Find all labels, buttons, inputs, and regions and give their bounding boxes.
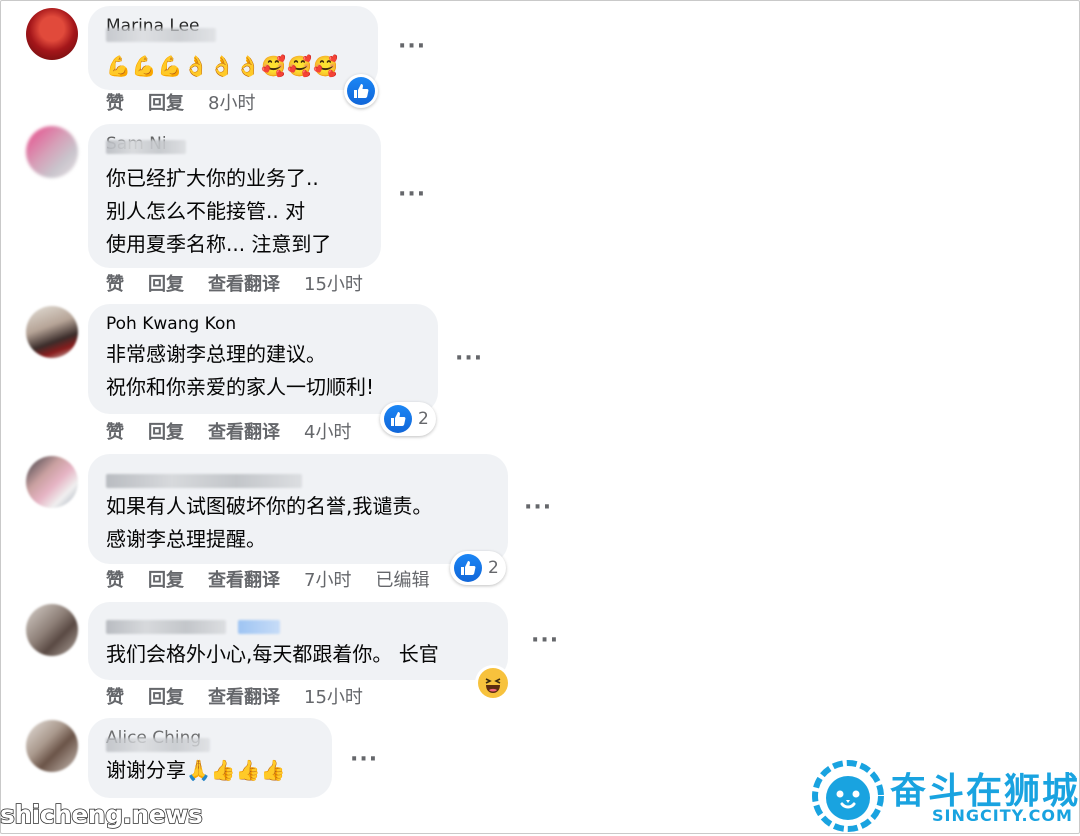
comment-reactions[interactable]: 2 <box>380 402 436 436</box>
comment-bubble: 我们会格外小心,每天都跟着你。 长官 <box>88 602 508 680</box>
comment-actions: 赞回复 查看翻译 7小时 已编辑 <box>106 569 453 593</box>
reply-button[interactable]: 回复 <box>148 686 184 710</box>
like-button[interactable]: 赞 <box>106 569 124 593</box>
translate-button[interactable]: 查看翻译 <box>208 273 280 297</box>
more-options-icon[interactable]: ··· <box>524 497 551 519</box>
like-button[interactable]: 赞 <box>106 273 124 297</box>
comment-text: 你已经扩大你的业务了.. 别人怎么不能接管.. 对 使用夏季名称... 注意到了 <box>106 166 332 256</box>
comment-actions: 赞回复 查看翻译 4小时 <box>106 421 375 445</box>
avatar[interactable] <box>26 720 78 772</box>
more-options-icon[interactable]: ··· <box>455 348 482 370</box>
comment-bubble: Sam Ni 你已经扩大你的业务了.. 别人怎么不能接管.. 对 使用夏季名称.… <box>88 124 381 268</box>
lion-logo-icon <box>812 760 884 832</box>
more-options-icon[interactable]: ··· <box>398 36 425 58</box>
comment-author[interactable]: Alice Ching <box>106 728 314 752</box>
reply-button[interactable]: 回复 <box>148 273 184 297</box>
more-options-icon[interactable]: ··· <box>350 749 377 771</box>
more-options-icon[interactable]: ··· <box>398 184 425 206</box>
avatar[interactable] <box>26 8 78 60</box>
comment-text: 如果有人试图破坏你的名誉,我谴责。 感谢李总理提醒。 <box>106 494 433 551</box>
avatar[interactable] <box>26 306 78 358</box>
reply-button[interactable]: 回复 <box>148 92 184 116</box>
comment-time[interactable]: 7小时 <box>304 569 351 593</box>
comment-author[interactable]: Poh Kwang Kon <box>106 314 420 334</box>
like-reaction-icon <box>454 554 482 582</box>
comment-author[interactable] <box>106 464 490 488</box>
comment-emoji-text: 💪💪💪👌👌👌🥰🥰🥰 <box>106 54 340 78</box>
comment-reactions[interactable] <box>344 74 378 108</box>
comment-bubble: Poh Kwang Kon 非常感谢李总理的建议。 祝你和你亲爱的家人一切顺利! <box>88 304 438 414</box>
like-reaction-icon <box>347 77 375 105</box>
comment-text: 非常感谢李总理的建议。 祝你和你亲爱的家人一切顺利! <box>106 342 375 399</box>
comment-author[interactable] <box>106 612 490 634</box>
avatar[interactable] <box>26 456 78 508</box>
comment-bubble: 如果有人试图破坏你的名誉,我谴责。 感谢李总理提醒。 <box>88 454 508 564</box>
edited-label[interactable]: 已编辑 <box>375 569 429 593</box>
comment-actions: 赞回复 查看翻译 15小时 <box>106 686 387 710</box>
like-button[interactable]: 赞 <box>106 686 124 710</box>
comment-time[interactable]: 15小时 <box>304 686 363 710</box>
avatar[interactable] <box>26 604 78 656</box>
comment-time[interactable]: 15小时 <box>304 273 363 297</box>
reaction-count: 2 <box>488 558 499 578</box>
comment-bubble: Alice Ching 谢谢分享🙏👍👍👍 <box>88 718 332 798</box>
comment-actions: 赞回复 8小时 <box>106 92 279 116</box>
comment-author[interactable]: Sam Ni <box>106 134 363 154</box>
reaction-count: 2 <box>418 409 429 429</box>
comment-time[interactable]: 4小时 <box>304 421 351 445</box>
comment-text: 谢谢分享🙏👍👍👍 <box>106 758 286 782</box>
comment-actions: 赞回复 查看翻译 15小时 <box>106 273 387 297</box>
comment-reactions[interactable]: 2 <box>450 551 506 585</box>
brand-url: SINGCITY.COM <box>932 806 1073 825</box>
comment-time[interactable]: 8小时 <box>208 92 255 116</box>
like-reaction-icon <box>384 405 412 433</box>
reply-button[interactable]: 回复 <box>148 421 184 445</box>
comment-text: 我们会格外小心,每天都跟着你。 长官 <box>106 642 439 666</box>
translate-button[interactable]: 查看翻译 <box>208 686 280 710</box>
like-button[interactable]: 赞 <box>106 421 124 445</box>
translate-button[interactable]: 查看翻译 <box>208 569 280 593</box>
watermark-text: shicheng.news <box>0 799 204 830</box>
comment-author[interactable]: Marina Lee <box>106 16 360 42</box>
haha-reaction-icon[interactable] <box>478 668 508 698</box>
avatar[interactable] <box>26 126 78 178</box>
more-options-icon[interactable]: ··· <box>531 630 558 652</box>
translate-button[interactable]: 查看翻译 <box>208 421 280 445</box>
like-button[interactable]: 赞 <box>106 92 124 116</box>
comment-bubble: Marina Lee 💪💪💪👌👌👌🥰🥰🥰 <box>88 6 378 90</box>
reply-button[interactable]: 回复 <box>148 569 184 593</box>
